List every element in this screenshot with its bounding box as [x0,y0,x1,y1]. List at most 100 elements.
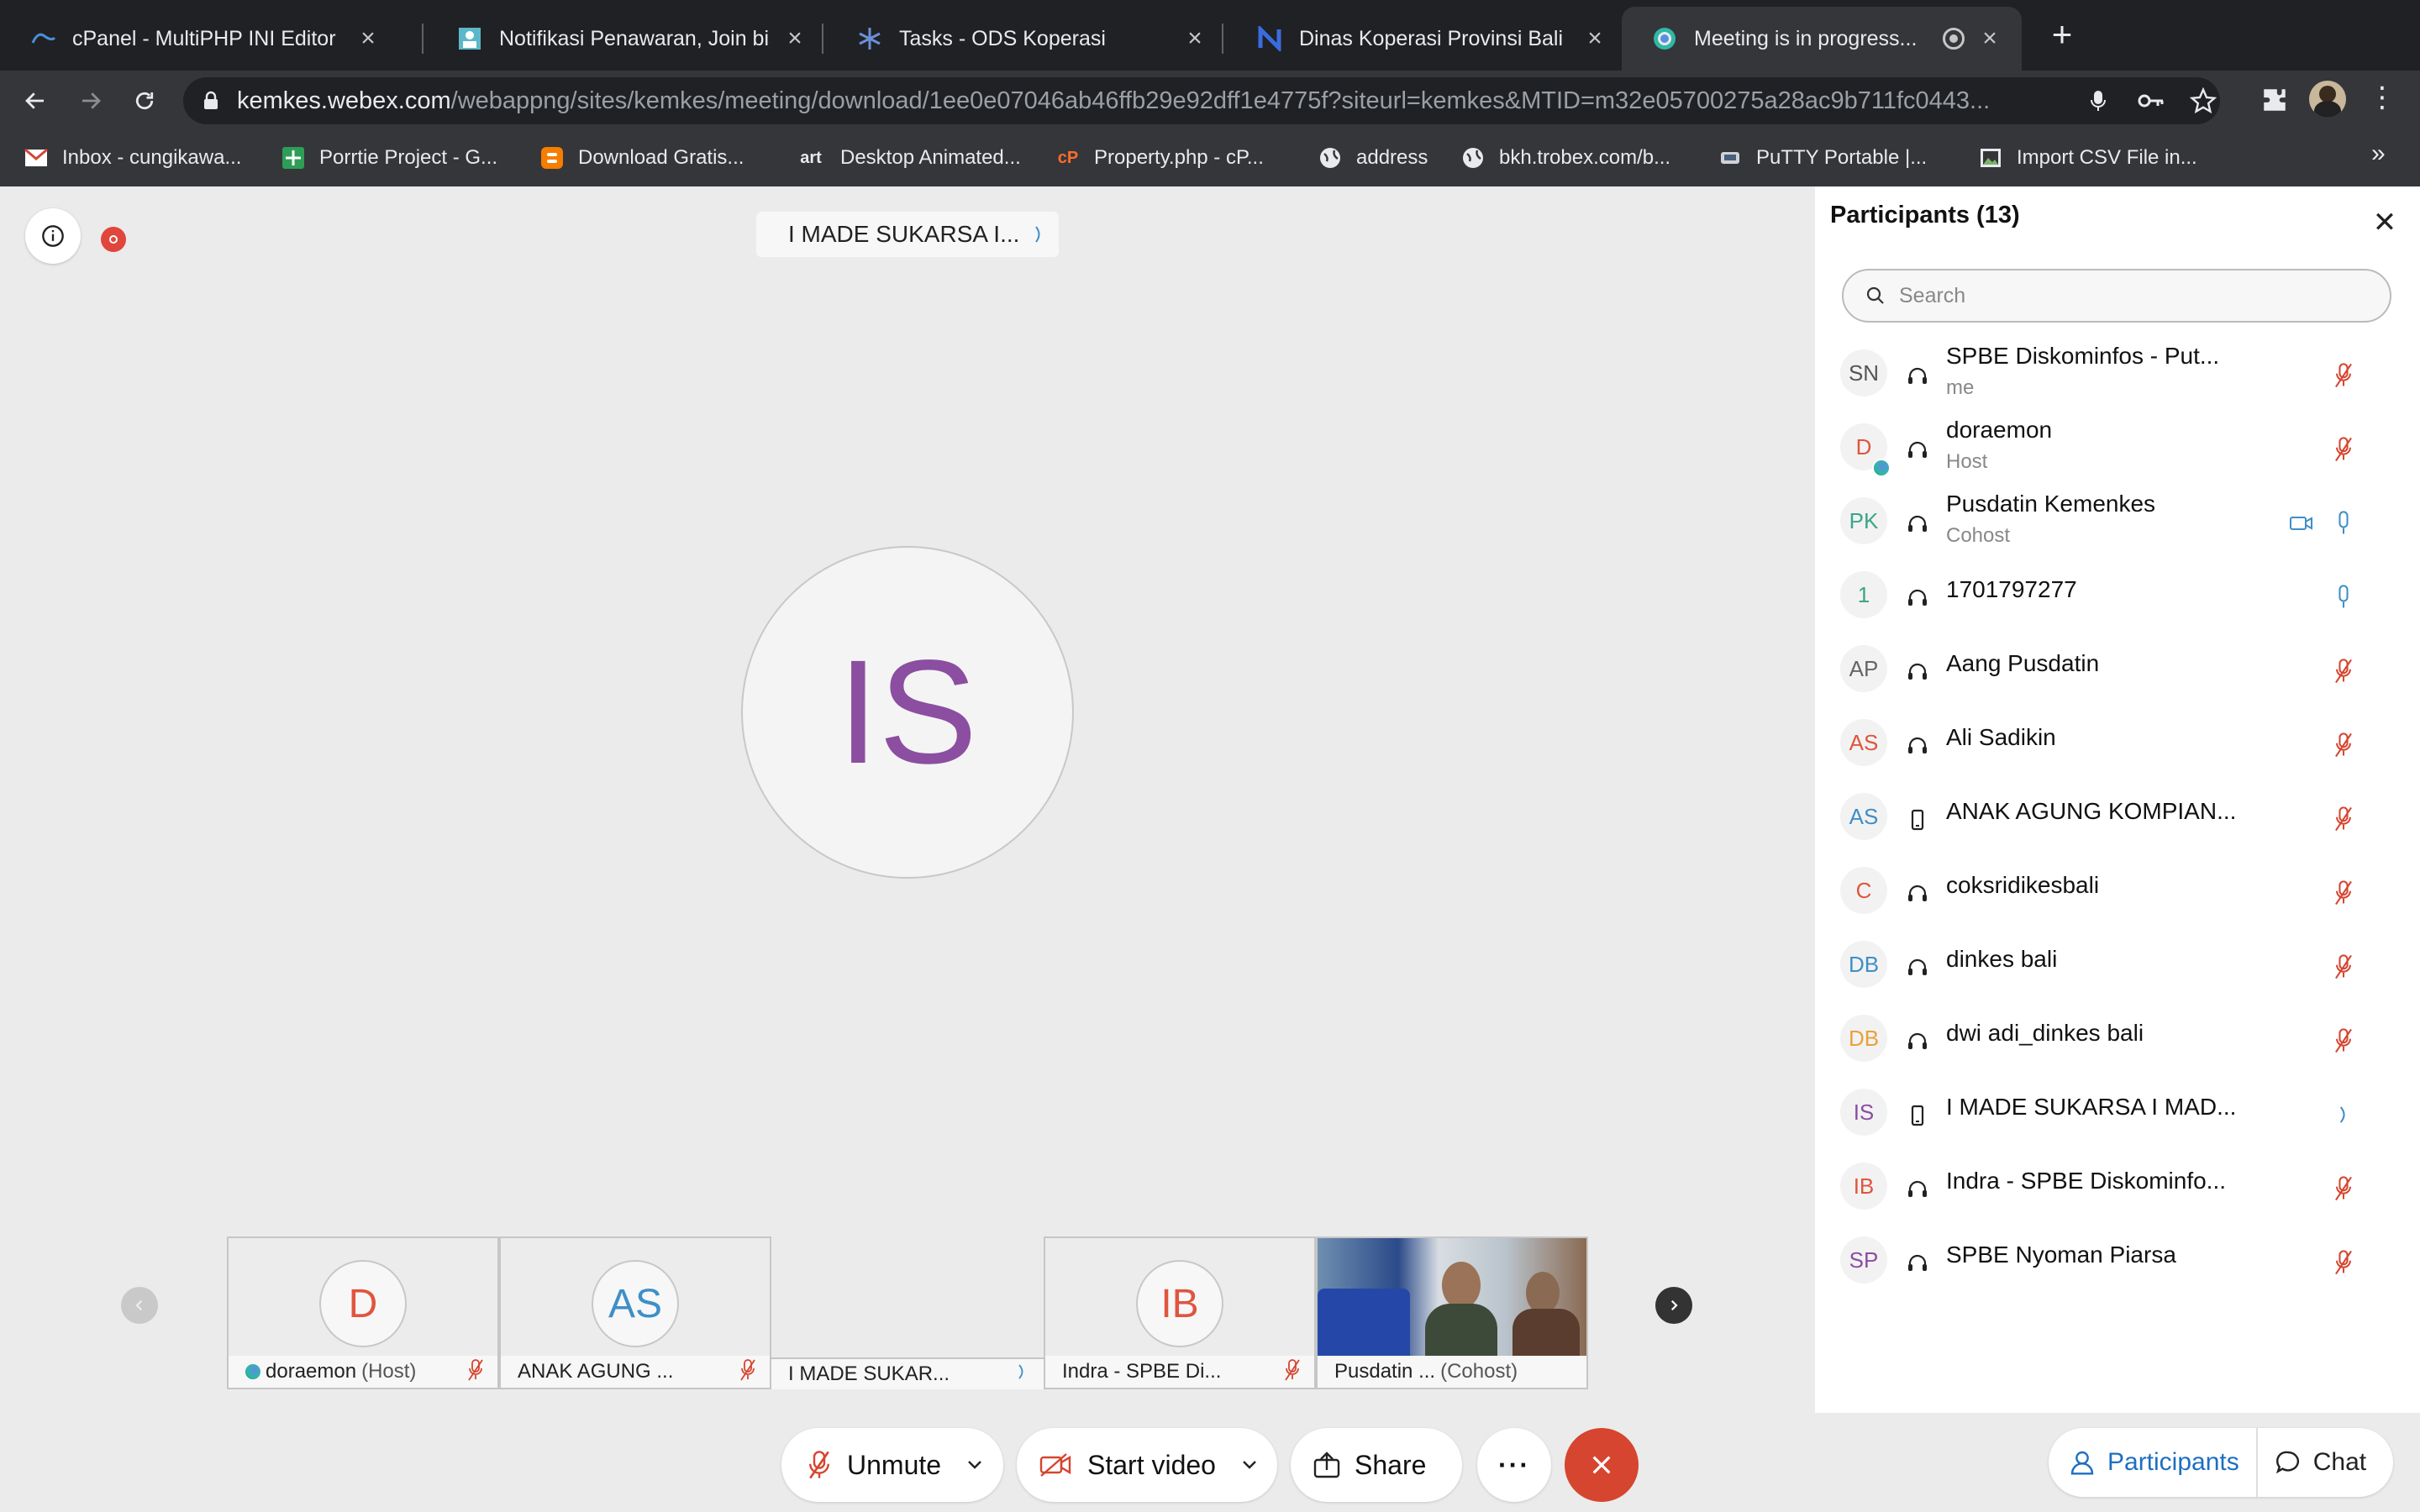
participant-row[interactable]: Ddoraemon Host [1840,410,2395,484]
muted-microphone-icon[interactable] [2331,1026,2356,1055]
participants-label: Participants [2107,1448,2239,1476]
close-tab-icon[interactable]: × [351,22,385,55]
muted-microphone-icon[interactable] [2331,879,2356,907]
people-icon [459,28,481,50]
speaking-icon [2339,1106,2345,1123]
tab-2[interactable]: Notifikasi Penawaran, Join bisnis × [427,7,827,71]
filmstrip-tile[interactable]: I MADE SUKAR... [771,1236,1044,1389]
phone-icon [1911,1105,1924,1126]
muted-microphone-icon[interactable] [2331,731,2356,759]
participant-row[interactable]: PK Pusdatin Kemenkes Cohost [1840,484,2395,558]
close-tab-icon[interactable]: × [1178,22,1212,55]
key-icon[interactable] [2138,91,2165,111]
participant-name: Ali Sadikin [1946,724,2056,750]
participant-name: Pusdatin Kemenkes [1946,491,2156,517]
end-meeting-button[interactable] [1565,1428,1639,1502]
filmstrip-prev-button[interactable] [121,1287,158,1324]
browser-menu-button[interactable]: ⋮ [2368,82,2396,116]
muted-microphone-icon[interactable] [2331,1248,2356,1277]
bookmark-item[interactable]: cP Property.php - cP... [1055,139,1264,176]
participant-name: Indra - SPBE Diskominfo... [1946,1168,2227,1194]
star-icon[interactable] [2190,87,2217,114]
tab-5[interactable]: Meeting is in progress... × [1622,7,2022,71]
participant-avatar: AS [1840,793,1887,840]
participant-row[interactable]: DB dwi adi_dinkes bali [1840,1001,2395,1075]
participant-row[interactable]: IB Indra - SPBE Diskominfo... [1840,1149,2395,1223]
participant-avatar: IB [1840,1163,1887,1210]
chat-button[interactable]: Chat [2258,1428,2366,1497]
participant-row[interactable]: SN SPBE Diskominfos - Put... me [1840,336,2395,410]
muted-microphone-icon [468,1359,483,1381]
microphone-icon[interactable] [2089,89,2107,113]
forward-button[interactable] [74,84,108,118]
active-speaker-name: I MADE SUKARSA I... [788,221,1020,247]
reload-button[interactable] [128,84,161,118]
more-options-button[interactable]: ··· [1477,1428,1551,1502]
muted-microphone-icon[interactable] [2331,361,2356,390]
unmute-label: Unmute [847,1449,942,1480]
back-button[interactable] [18,84,52,118]
participant-name: coksridikesbali [1946,872,2100,898]
participants-button[interactable]: Participants [2049,1428,2258,1497]
extensions-icon[interactable] [2260,86,2289,114]
muted-microphone-icon[interactable] [2331,953,2356,981]
image-icon [1981,149,2001,167]
more-bookmarks-button[interactable]: » [2371,139,2386,168]
participant-row[interactable]: DB dinkes bali [1840,927,2395,1001]
filmstrip-tile[interactable]: Pusdatin ... (Cohost) [1316,1236,1588,1389]
participant-row[interactable]: IS I MADE SUKARSA I MAD... [1840,1075,2395,1149]
bookmark-item[interactable]: address [1318,139,1428,176]
bookmark-label: Desktop Animated... [840,146,1021,169]
url-text[interactable]: kemkes.webex.com/webappng/sites/kemkes/m… [237,87,2060,115]
bookmark-item[interactable]: Porrtie Project - G... [281,139,497,176]
muted-microphone-icon[interactable] [2331,657,2356,685]
participant-name: SPBE Nyoman Piarsa [1946,1242,2176,1268]
bookmark-item[interactable]: art Desktop Animated... [795,139,1021,176]
filmstrip-tile[interactable]: Ddoraemon (Host) [227,1236,499,1389]
tab-4[interactable]: Dinas Koperasi Provinsi Bali × [1227,7,1627,71]
participant-row[interactable]: Ccoksridikesbali [1840,853,2395,927]
art-icon: art [800,148,822,167]
participant-row[interactable]: AP Aang Pusdatin [1840,632,2395,706]
participant-row[interactable]: AS ANAK AGUNG KOMPIAN... [1840,780,2395,853]
close-panel-button[interactable]: ✕ [2368,207,2402,240]
filmstrip-next-button[interactable] [1655,1287,1692,1324]
profile-avatar[interactable] [2309,81,2346,118]
bookmark-label: address [1356,146,1428,169]
participant-row[interactable]: AS Ali Sadikin [1840,706,2395,780]
filmstrip-tile[interactable]: AS ANAK AGUNG ... [499,1236,771,1389]
muted-microphone-icon[interactable] [2331,1174,2356,1203]
filmstrip-tile[interactable]: IB Indra - SPBE Di... [1044,1236,1316,1389]
participant-name: doraemon [1946,417,2053,443]
close-tab-icon[interactable]: × [1973,22,2007,55]
bookmark-item[interactable]: PuTTY Portable |... [1718,139,1927,176]
participant-row[interactable]: SP SPBE Nyoman Piarsa [1840,1223,2395,1297]
address-bar[interactable]: kemkes.webex.com/webappng/sites/kemkes/m… [183,77,2220,124]
headset-icon [1908,663,1927,680]
webex-icon [1654,28,1676,50]
tile-label: doraemon (Host) [229,1356,497,1388]
lock-icon[interactable] [202,91,220,111]
bookmark-item[interactable]: Inbox - cungikawa... [24,139,241,176]
participant-row[interactable]: 1 1701797277 [1840,558,2395,632]
bookmark-item[interactable]: Download Gratis... [539,139,744,176]
headset-icon [1908,515,1927,532]
close-tab-icon[interactable]: × [778,22,812,55]
start-video-button[interactable]: Start video [1017,1428,1277,1502]
new-tab-button[interactable]: + [2045,17,2079,52]
tab-separator [422,24,424,54]
share-button[interactable]: Share [1291,1428,1462,1502]
bookmark-item[interactable]: bkh.trobex.com/b... [1460,139,1670,176]
bookmark-label: Property.php - cP... [1094,146,1264,169]
muted-microphone-icon[interactable] [2331,805,2356,833]
participant-avatar: AS [592,1260,679,1347]
muted-microphone-icon[interactable] [2331,435,2356,464]
unmute-button[interactable]: Unmute [781,1428,1003,1502]
meeting-info-button[interactable] [25,208,81,264]
tab-1[interactable]: cPanel - MultiPHP INI Editor × [0,7,400,71]
asterisk-icon [857,26,882,51]
tab-3[interactable]: Tasks - ODS Koperasi × [827,7,1227,71]
close-tab-icon[interactable]: × [1578,22,1612,55]
bookmark-item[interactable]: Import CSV File in... [1978,139,2197,176]
participant-search-input[interactable]: Search [1842,269,2391,323]
